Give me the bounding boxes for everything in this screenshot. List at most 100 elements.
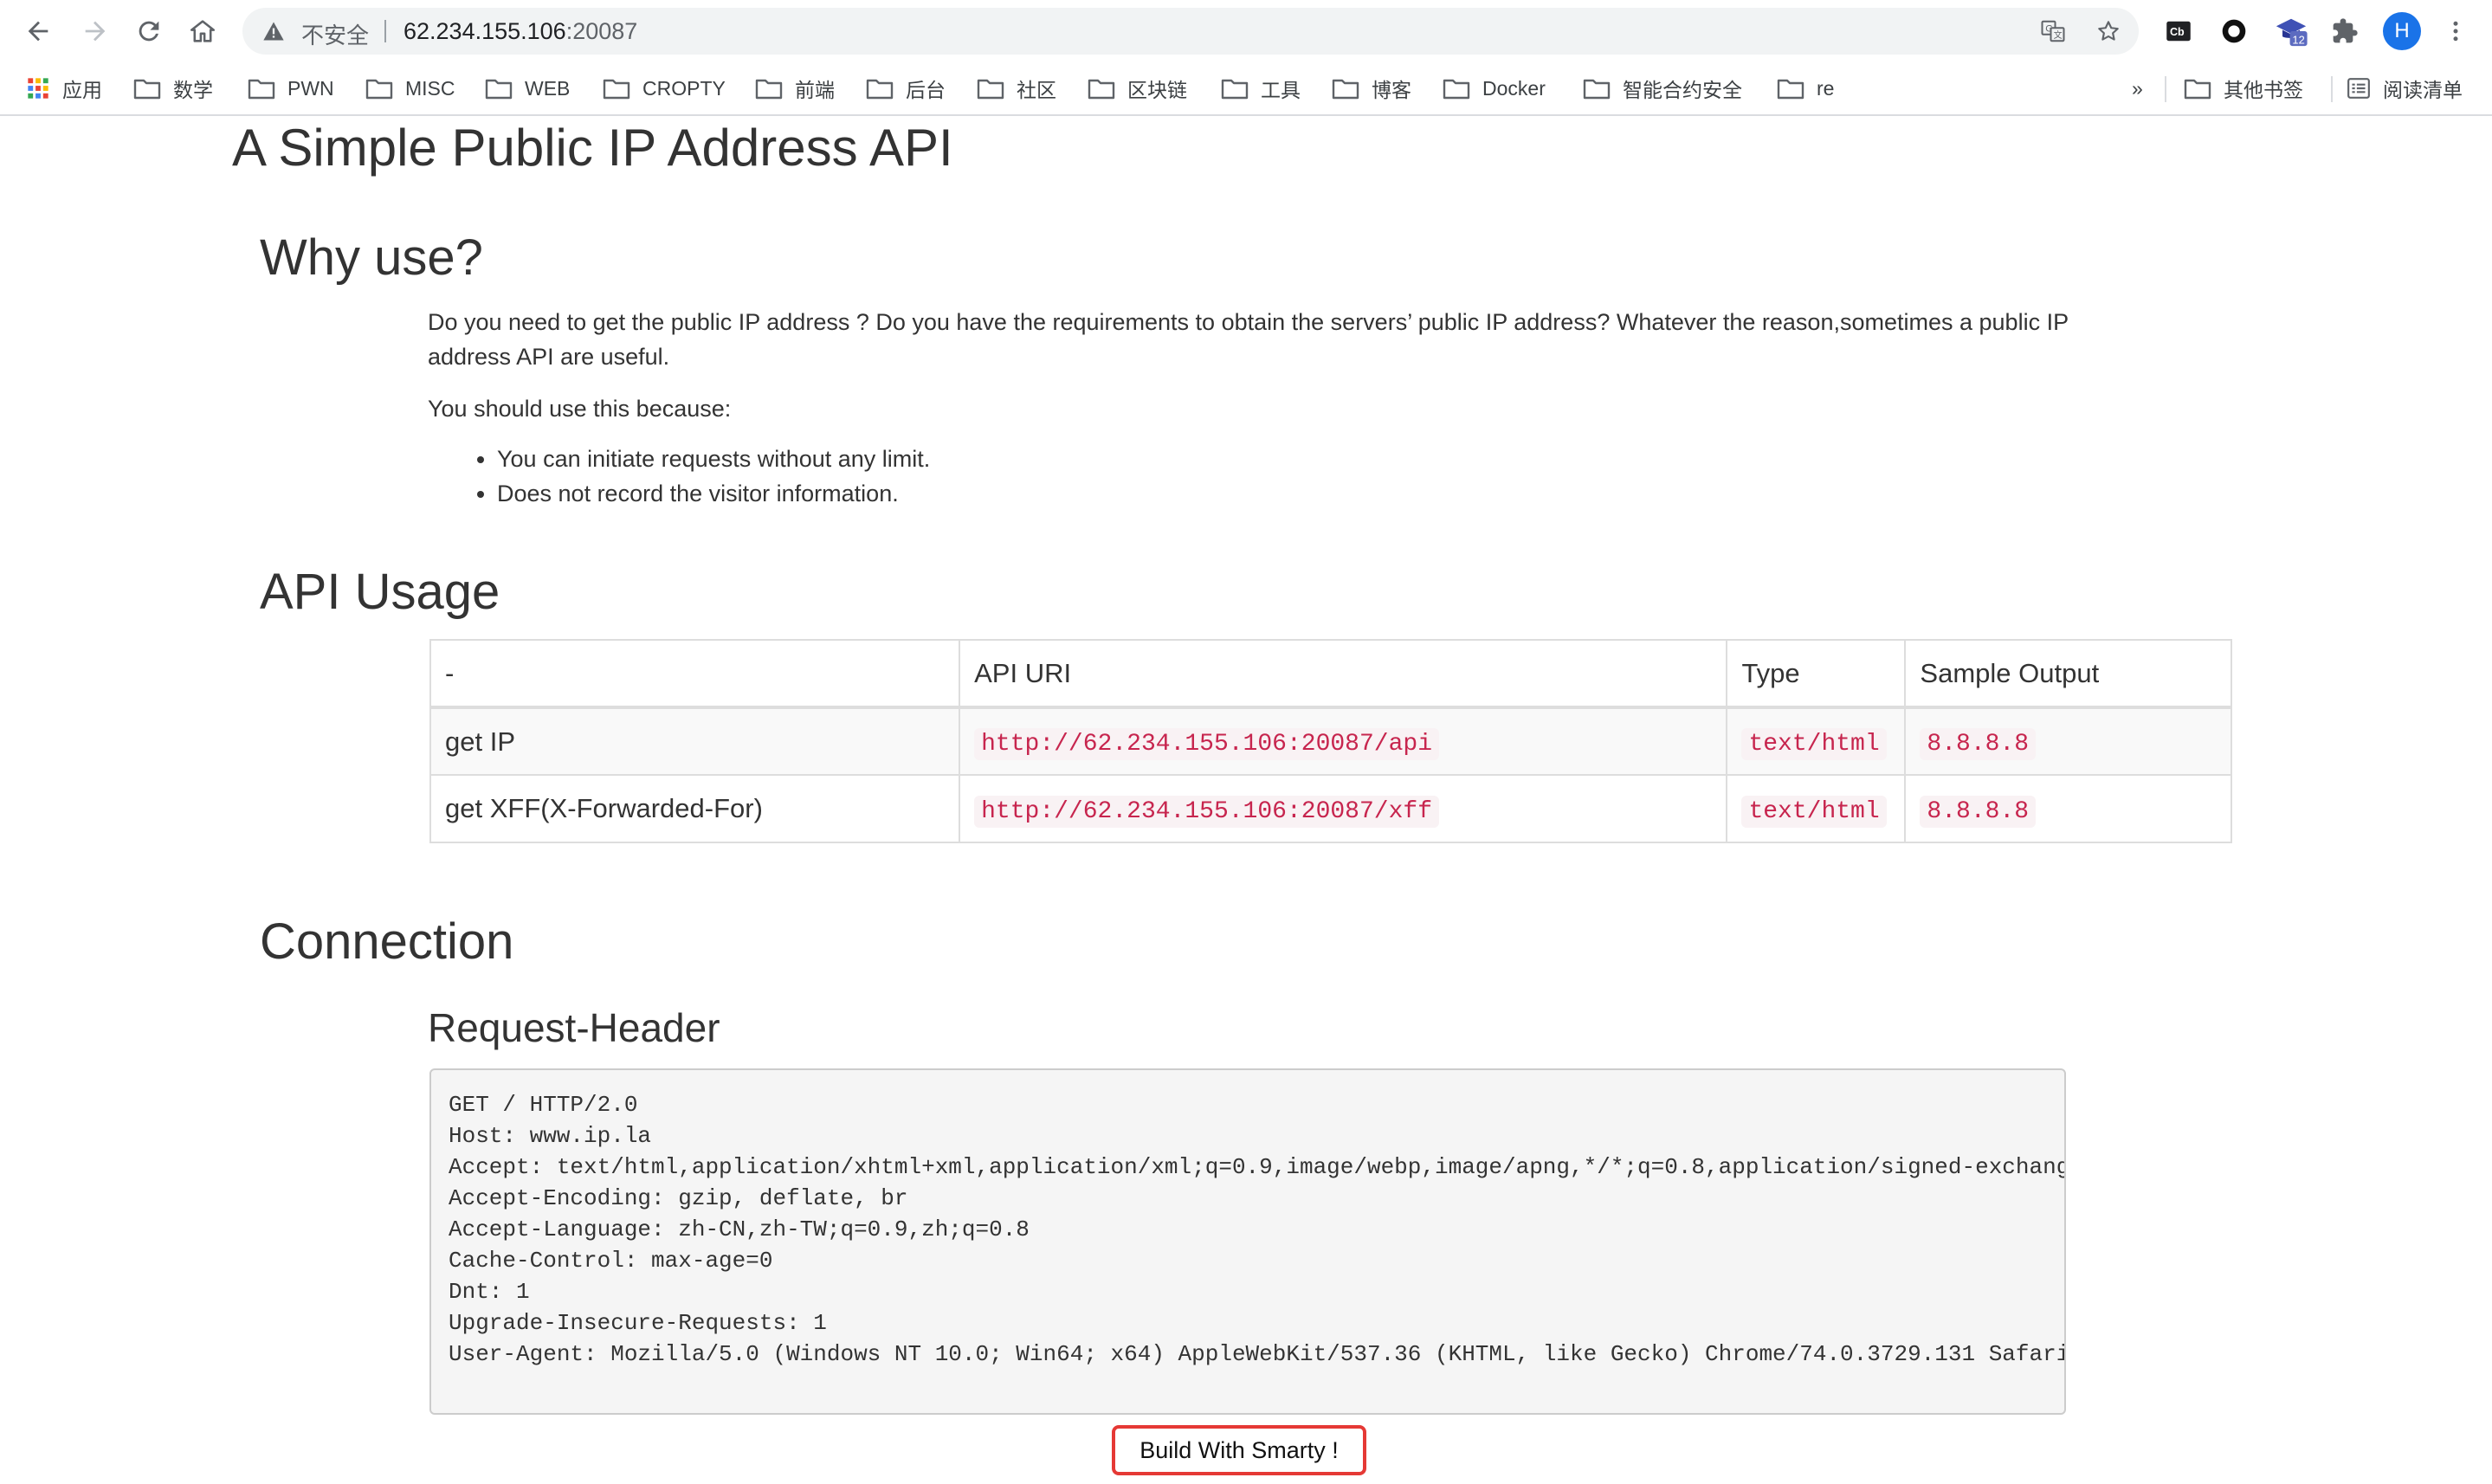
forward-button[interactable] [76,12,114,50]
folder-icon [1332,79,1359,100]
sample-output-cell: 8.8.8.8 [1904,774,2232,843]
url-text[interactable]: 62.234.155.106:20087 [403,18,637,45]
bookmark-label: PWN [287,76,334,100]
extension-badge: 12 [2292,33,2304,46]
bookmark-folder-web[interactable]: WEB [485,74,570,102]
build-with-smarty-button[interactable]: Build With Smarty ! [1112,1425,1366,1475]
folder-icon [977,79,1004,100]
bookmark-label: 后台 [906,79,946,101]
bookmark-folder-blog[interactable]: 博客 [1332,74,1411,102]
bookmark-folder-docker[interactable]: Docker [1443,74,1546,102]
menu-kebab-icon[interactable] [2438,14,2473,48]
folder-icon [485,79,513,100]
folder-icon [1583,79,1611,100]
home-button[interactable] [184,12,222,50]
bookmark-label: 阅读清单 [2383,79,2463,101]
api-usage-heading: API Usage [260,564,500,620]
profile-avatar[interactable]: H [2383,12,2421,50]
bookmark-label: 前端 [795,79,835,101]
reading-list[interactable]: 阅读清单 [2347,74,2463,102]
folder-icon [133,79,161,100]
folder-icon [866,79,894,100]
bookmark-folder-cropty[interactable]: CROPTY [603,74,726,102]
request-headers-block[interactable]: GET / HTTP/2.0 Host: www.ip.la Accept: t… [429,1068,2066,1415]
bookmark-label: re [1817,76,1835,100]
overflow-chevron-icon: » [2132,76,2143,100]
table-row: get XFF(X-Forwarded-For) http://62.234.1… [429,774,2232,843]
api-type-cell: text/html [1726,707,1907,776]
api-uri-cell: http://62.234.155.106:20087/xff [959,774,1728,843]
bookmarks-divider [2165,76,2166,102]
circle-extension-icon[interactable] [2217,14,2251,48]
bookmark-label: 社区 [1017,79,1056,101]
column-header: Sample Output [1904,639,2232,709]
reload-button[interactable] [130,12,168,50]
table-row: get IP http://62.234.155.106:20087/api t… [429,707,2232,776]
url-port: :20087 [565,18,638,44]
omnibox-divider [384,20,386,42]
bookmarks-overflow-button[interactable]: » [2132,74,2143,102]
api-uri-cell: http://62.234.155.106:20087/api [959,707,1728,776]
warning-triangle-icon [263,22,284,41]
address-bar[interactable]: 不安全 62.234.155.106:20087 G文 [242,8,2139,55]
browser-toolbar: 不安全 62.234.155.106:20087 G文 Cb 12 H [0,0,2492,62]
bookmark-folder-frontend[interactable]: 前端 [755,74,835,102]
api-name-cell: get XFF(X-Forwarded-For) [429,774,961,843]
page-title: A Simple Public IP Address API [232,119,953,177]
bookmark-folder-re[interactable]: re [1777,74,1834,102]
list-item: You can initiate requests without any li… [497,442,930,476]
home-icon [190,20,216,42]
connection-heading: Connection [260,913,514,970]
star-icon[interactable] [2095,18,2121,44]
apps-grid-icon [28,78,48,99]
bookmark-label: 区块链 [1127,79,1187,101]
back-button[interactable] [19,12,57,50]
back-arrow-icon [28,21,48,42]
api-uri-code: http://62.234.155.106:20087/api [974,728,1439,760]
reasons-list: You can initiate requests without any li… [428,442,930,511]
bookmark-folder-tools[interactable]: 工具 [1221,74,1301,102]
bookmark-label: 工具 [1261,79,1301,101]
list-item: Does not record the visitor information. [497,476,930,511]
bookmarks-bar: 应用 数学 PWN MISC WEB CROPTY 前端 后台 社区 区块链 工… [0,62,2492,116]
bookmark-folder-misc[interactable]: MISC [365,74,455,102]
bookmark-label: MISC [405,76,455,100]
folder-icon [755,79,783,100]
bookmark-folder-math[interactable]: 数学 [133,74,213,102]
bookmark-apps[interactable]: 应用 [26,74,102,102]
column-header: API URI [959,639,1728,709]
folder-icon [248,79,275,100]
api-name-cell: get IP [429,707,961,776]
bookmark-label: 博客 [1372,79,1411,101]
bookmark-folder-blockchain[interactable]: 区块链 [1088,74,1187,102]
bookmark-folder-smart-contract[interactable]: 智能合约安全 [1583,74,1742,102]
api-uri-code: http://62.234.155.106:20087/xff [974,795,1439,828]
sample-output-cell: 8.8.8.8 [1904,707,2232,776]
sample-output-code: 8.8.8.8 [1920,728,2037,760]
translate-icon[interactable]: G文 [2040,18,2066,44]
bookmark-folder-backend[interactable]: 后台 [866,74,946,102]
reload-icon [139,21,159,42]
svg-text:文: 文 [2054,29,2063,41]
cb-extension-icon[interactable]: Cb [2161,14,2196,48]
column-header: Type [1726,639,1907,709]
bookmark-label: 应用 [62,79,102,101]
bookmark-folder-community[interactable]: 社区 [977,74,1056,102]
folder-icon [1221,79,1249,100]
bookmark-label: 智能合约安全 [1623,79,1742,101]
api-type-code: text/html [1741,795,1887,828]
bookmark-label: WEB [525,76,571,100]
folder-icon [2184,79,2211,100]
bookmark-folder-pwn[interactable]: PWN [248,74,334,102]
other-bookmarks[interactable]: 其他书签 [2184,74,2303,102]
why-use-lead: You should use this because: [428,396,732,422]
svg-text:Cb: Cb [2170,26,2185,38]
sample-output-code: 8.8.8.8 [1920,795,2037,828]
bookmark-label: CROPTY [642,76,726,100]
grad-cap-extension-icon[interactable]: 12 [2274,14,2308,48]
api-usage-table: - API URI Type Sample Output get IP http… [429,639,2232,843]
puzzle-icon[interactable] [2327,14,2362,48]
security-label[interactable]: 不安全 [301,18,369,50]
table-header-row: - API URI Type Sample Output [429,639,2232,709]
bookmark-label: Docker [1482,76,1546,100]
